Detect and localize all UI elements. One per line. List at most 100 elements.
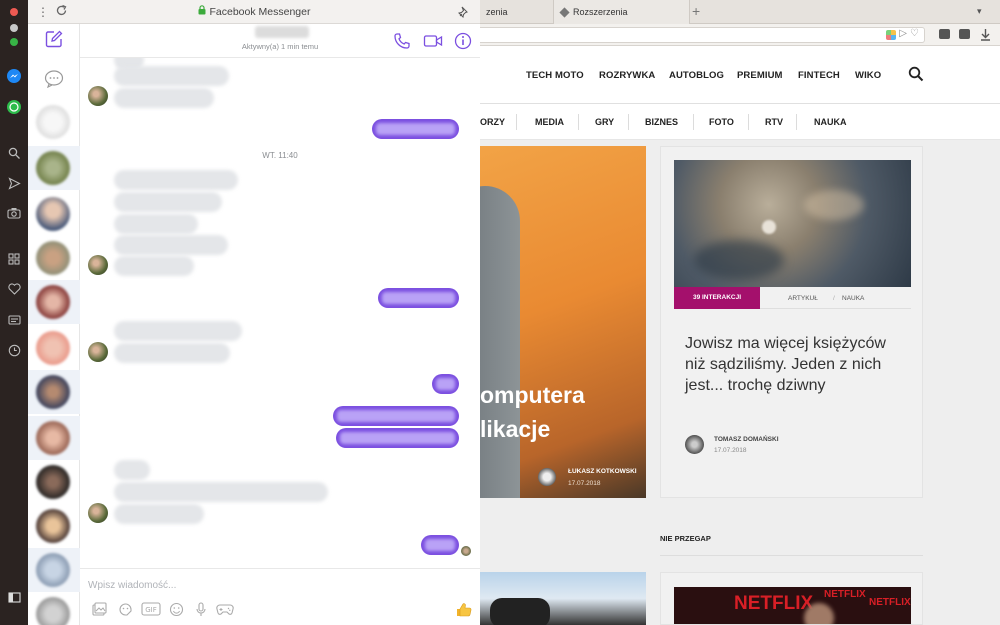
bookmark-heart-icon[interactable]: ♡ [910, 28, 919, 39]
hero-article-card[interactable]: omputera likacje ŁUKASZ KOTKOWSKI 17.07.… [480, 146, 646, 498]
conversation-item[interactable] [28, 592, 80, 625]
video-call-icon[interactable] [423, 32, 443, 50]
outgoing-message[interactable] [333, 406, 459, 426]
send-icon[interactable] [4, 173, 24, 193]
thumbs-up-icon[interactable] [454, 601, 472, 617]
image-icon[interactable] [91, 601, 107, 617]
incoming-message[interactable] [114, 504, 204, 524]
incoming-message[interactable] [114, 170, 238, 190]
hero-author: ŁUKASZ KOTKOWSKI [568, 468, 637, 475]
article-category-tag[interactable]: NAUKA [842, 295, 864, 302]
search-icon[interactable] [4, 143, 24, 163]
conversation-item[interactable] [28, 236, 80, 280]
outgoing-message[interactable] [378, 288, 459, 308]
incoming-message[interactable] [114, 460, 150, 480]
download-icon[interactable] [980, 28, 991, 41]
nav-tech-moto[interactable]: TECH MOTO [526, 70, 584, 81]
nav-premium[interactable]: PREMIUM [737, 70, 783, 81]
conversation-item[interactable] [28, 192, 80, 236]
article-type-tag[interactable]: ARTYKUŁ [788, 295, 818, 302]
avatar [36, 197, 70, 231]
nav-autoblog[interactable]: AUTOBLOG [669, 70, 724, 81]
heart-icon[interactable] [4, 279, 24, 299]
nav-fintech[interactable]: FINTECH [798, 70, 840, 81]
outgoing-message[interactable] [336, 428, 459, 448]
conversation-item[interactable] [28, 416, 80, 460]
subnav-rtv[interactable]: RTV [765, 117, 783, 127]
section-divider [660, 555, 923, 556]
emoji-icon[interactable] [168, 601, 184, 617]
site-search-icon[interactable] [908, 66, 924, 87]
game-icon[interactable] [216, 601, 234, 617]
compose-icon[interactable] [45, 30, 63, 53]
incoming-message[interactable] [114, 343, 230, 363]
incoming-message[interactable] [114, 256, 194, 276]
article-card[interactable]: 39 INTERAKCJI ARTYKUŁ / NAUKA Jowisz ma … [660, 146, 923, 498]
conversation-item[interactable] [28, 280, 80, 324]
shield-icon[interactable] [959, 29, 970, 39]
conversation-item[interactable] [28, 460, 80, 504]
info-icon[interactable] [454, 32, 472, 50]
contact-name[interactable] [255, 26, 309, 38]
grid-icon[interactable] [4, 249, 24, 269]
browser-tab-extensions[interactable]: Rozszerzenia [554, 0, 690, 24]
bottom-article-card[interactable] [480, 572, 646, 625]
clock-icon[interactable] [4, 340, 24, 360]
incoming-message[interactable] [114, 192, 222, 212]
news-icon[interactable] [4, 310, 24, 330]
subnav-foto[interactable]: FOTO [709, 117, 734, 127]
outgoing-message[interactable] [372, 119, 459, 139]
minimize-window-button[interactable] [10, 24, 18, 32]
address-bar[interactable]: ▷ ♡ [480, 27, 925, 43]
avatar [36, 465, 70, 499]
time-separator: WT. 11:40 [262, 151, 298, 160]
outgoing-message[interactable] [432, 374, 459, 394]
subnav-gry[interactable]: GRY [595, 117, 614, 127]
incoming-message[interactable] [114, 482, 328, 502]
nav-wiko[interactable]: WIKO [855, 70, 881, 81]
chat-bubble-icon[interactable] [44, 70, 64, 93]
incoming-message[interactable] [114, 66, 229, 86]
messenger-icon[interactable] [4, 66, 24, 86]
article-title[interactable]: Jowisz ma więcej księżyców niż sądziliśm… [685, 333, 910, 396]
incoming-message[interactable] [114, 235, 228, 255]
sidebar-toggle-icon[interactable] [4, 587, 24, 607]
subnav-nauka[interactable]: NAUKA [814, 117, 847, 127]
subnav-biznes[interactable]: BIZNES [645, 117, 678, 127]
extension-icon[interactable] [886, 30, 896, 40]
phone-icon[interactable] [393, 32, 411, 50]
incoming-message[interactable] [114, 214, 198, 234]
subnav-media[interactable]: MEDIA [535, 117, 564, 127]
zoom-window-button[interactable] [10, 38, 18, 46]
bottom-article-card-netflix[interactable]: NETFLIX NETFLIX NETFLIX [660, 572, 923, 625]
close-window-button[interactable] [10, 8, 18, 16]
incoming-message[interactable] [114, 321, 242, 341]
conversation-item[interactable] [28, 504, 80, 548]
conversation-item[interactable] [28, 370, 80, 414]
subnav-divider [578, 114, 579, 130]
tab-menu-chevron-icon[interactable]: ▾ [977, 6, 982, 17]
netflix-logo-text: NETFLIX [869, 597, 911, 608]
conversation-item[interactable] [28, 100, 80, 144]
gif-icon[interactable]: GIF [141, 601, 161, 617]
incoming-message[interactable] [114, 88, 214, 108]
hero-date: 17.07.2018 [568, 480, 601, 487]
outgoing-message[interactable] [421, 535, 459, 555]
subnav-item[interactable]: ORZY [480, 117, 505, 127]
sticker-icon[interactable] [117, 601, 133, 617]
conversation-item[interactable] [28, 326, 80, 370]
conversation-item[interactable] [28, 146, 80, 190]
pocket-icon[interactable] [939, 29, 950, 39]
browser-tab[interactable]: zenia [480, 0, 554, 24]
send-page-icon[interactable]: ▷ [899, 28, 907, 39]
message-input[interactable] [88, 576, 388, 594]
conversation-item[interactable] [28, 548, 80, 592]
tab-label: Rozszerzenia [573, 7, 628, 17]
new-tab-button[interactable]: + [692, 4, 700, 18]
seen-indicator-avatar [461, 546, 471, 556]
pin-icon[interactable] [457, 5, 470, 23]
whatsapp-icon[interactable] [4, 97, 24, 117]
microphone-icon[interactable] [193, 601, 209, 617]
nav-rozrywka[interactable]: ROZRYWKA [599, 70, 655, 81]
camera-icon[interactable] [4, 203, 24, 223]
